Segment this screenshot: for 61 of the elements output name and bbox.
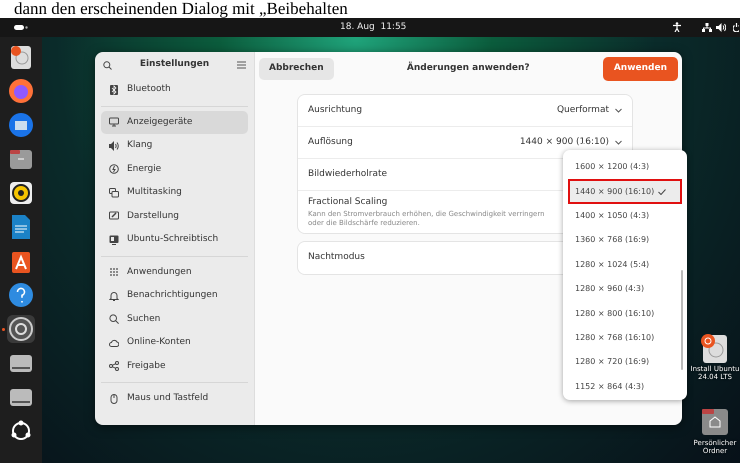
window-title: Einstellungen [140, 58, 210, 72]
sidebar-item[interactable]: Klang [101, 134, 248, 158]
monitor-icon [109, 117, 119, 128]
menu-option[interactable]: 1360 × 768 (16:9) [568, 228, 682, 253]
workspace-indicator-icon[interactable] [14, 25, 28, 30]
share-icon [109, 361, 119, 372]
mouse-icon [109, 394, 119, 404]
network-icon[interactable] [702, 23, 712, 32]
sidebar-item[interactable]: Bluetooth [101, 78, 248, 102]
menu-option[interactable]: 1280 × 768 (16:10) [568, 326, 682, 350]
menu-option[interactable]: 1280 × 960 (4:3) [568, 276, 682, 302]
setting-label: Nachtmodus [308, 250, 365, 264]
sidebar-item[interactable]: Energie [101, 158, 248, 181]
menu-option[interactable]: 1280 × 720 (16:9) [568, 350, 682, 375]
scrollbar[interactable] [681, 270, 683, 370]
menu-option[interactable]: 1440 × 900 (16:10) [568, 179, 682, 204]
sidebar-item[interactable]: Freigabe [101, 354, 248, 378]
clock[interactable]: 18. Aug 11:55 [340, 21, 406, 34]
sidebar-item[interactable]: Anwendungen [101, 260, 248, 284]
chevron-down-icon [615, 140, 622, 145]
sidebar-item[interactable]: Suchen [101, 308, 248, 331]
accessibility-icon[interactable] [673, 22, 681, 32]
setting-label: Fractional Scaling [308, 196, 388, 209]
bluetooth-icon [109, 84, 119, 95]
apply-button[interactable]: Anwenden [602, 57, 678, 81]
sidebar-item[interactable]: Anzeigegeräte [101, 110, 248, 134]
search-icon[interactable] [103, 60, 112, 70]
chevron-down-icon [615, 108, 622, 113]
speaker-icon [109, 140, 119, 151]
app-grid-icon [109, 267, 119, 278]
sidebar-item[interactable]: Multitasking [101, 181, 248, 204]
windows-icon [109, 188, 119, 198]
speaker-icon[interactable] [7, 179, 35, 207]
sidebar-item[interactable]: Maus und Tastfeld [101, 387, 248, 410]
cloud-icon [109, 338, 119, 348]
setting-label: Bildwiederholrate [308, 168, 388, 181]
menu-option[interactable]: 1400 × 1050 (4:3) [568, 204, 682, 228]
cancel-button[interactable]: Abbrechen [259, 58, 334, 80]
menu-option[interactable]: 1280 × 800 (16:10) [568, 301, 682, 326]
power-icon [109, 164, 119, 174]
sidebar-item[interactable]: Benachrichtigungen [101, 284, 248, 308]
menu-option[interactable]: 1600 × 1200 (4:3) [568, 155, 682, 180]
sidebar-item[interactable]: Darstellung [101, 204, 248, 228]
menu-option[interactable]: 1152 × 864 (4:3) [568, 374, 682, 399]
dialog-title: Änderungen anwenden? [406, 62, 530, 76]
sidebar-item[interactable]: Online-Konten [101, 331, 248, 354]
sidebar-item[interactable]: Ubuntu-Schreibtisch [101, 228, 248, 252]
question-icon[interactable] [7, 281, 35, 309]
brush-monitor-icon [109, 211, 119, 222]
desktop-icon [109, 234, 119, 245]
search-icon [109, 314, 119, 324]
setting-dropdown[interactable]: 1440 × 900 (16:10) [520, 136, 622, 150]
setting-dropdown[interactable]: Querformat [556, 104, 622, 118]
menu-option[interactable]: 1280 × 1024 (5:4) [568, 252, 682, 277]
setting-label: Ausrichtung [308, 104, 362, 117]
setting-label: Auflösung [308, 136, 353, 149]
menu-icon[interactable] [237, 61, 246, 69]
volume-icon[interactable] [716, 23, 726, 32]
checkmark-icon [658, 188, 666, 195]
power-icon[interactable] [733, 23, 739, 32]
bell-icon [109, 290, 119, 301]
